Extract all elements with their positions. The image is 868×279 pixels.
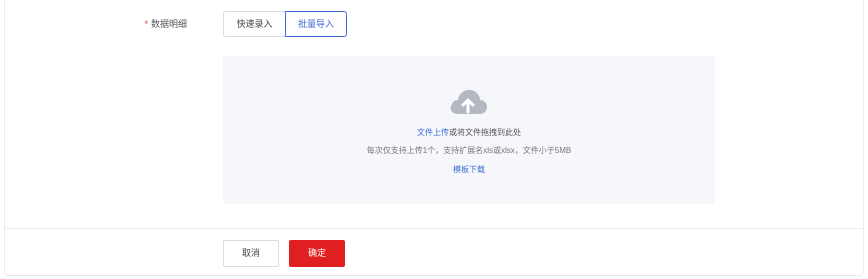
upload-instruction: 文件上传或将文件拖拽到此处 [223,127,715,138]
data-detail-label-text: 数据明细 [150,19,187,29]
footer-divider [5,228,863,229]
confirm-button[interactable]: 确定 [289,240,345,267]
tab-quick-entry[interactable]: 快速录入 [223,11,285,37]
entry-mode-tabs: 快速录入 批量导入 [223,11,347,37]
drag-hint: 或将文件拖拽到此处 [449,128,521,137]
file-upload-link[interactable]: 文件上传 [417,128,449,137]
tab-batch-import[interactable]: 批量导入 [285,11,347,37]
required-mark: * [144,19,148,29]
form-panel: * 数据明细 快速录入 批量导入 文件上传或将文件拖拽到此处 每次仅支持上传1个，… [4,0,864,276]
upload-constraints: 每次仅支持上传1个，支持扩展名xls或xlsx，文件小于5MB [366,146,572,155]
cancel-button[interactable]: 取消 [223,240,279,267]
template-download-link[interactable]: 模板下载 [223,164,715,175]
data-detail-label: * 数据明细 [144,17,187,30]
upload-dropzone[interactable]: 文件上传或将文件拖拽到此处 每次仅支持上传1个，支持扩展名xls或xlsx，文件… [223,56,715,204]
cloud-upload-icon [450,89,487,114]
data-detail-row: * 数据明细 快速录入 批量导入 [5,11,863,37]
